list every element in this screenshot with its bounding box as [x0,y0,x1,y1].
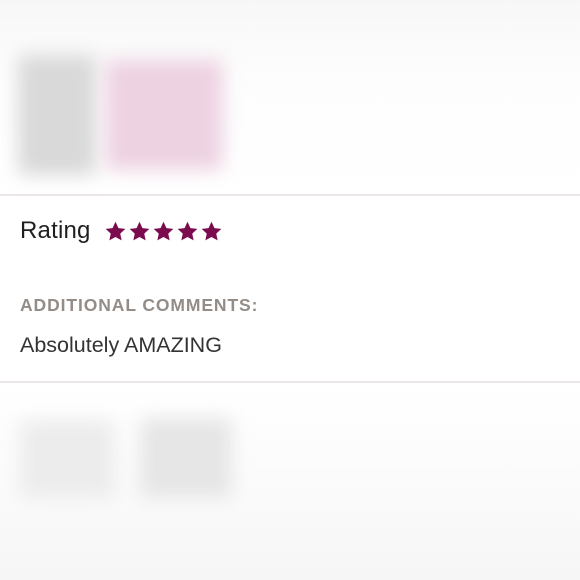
blurred-image-placeholder [20,420,115,498]
blurred-image-placeholder [18,55,96,175]
rating-label: Rating [20,217,91,244]
star-icon [200,220,223,243]
page: Rating ADDITIONAL COMMENTS: Absolutely A… [0,0,580,580]
star-icon [152,220,175,243]
blurred-image-placeholder [140,418,232,498]
additional-comments-heading: ADDITIONAL COMMENTS: [20,295,259,315]
additional-comments-text: Absolutely AMAZING [20,333,222,357]
rating-row: Rating [20,216,223,246]
review-card: Rating ADDITIONAL COMMENTS: Absolutely A… [0,196,580,381]
star-icon [104,220,127,243]
star-icon [128,220,151,243]
star-icon [176,220,199,243]
blurred-top-section [0,0,580,195]
blurred-image-placeholder [105,60,223,170]
star-rating [104,220,223,243]
